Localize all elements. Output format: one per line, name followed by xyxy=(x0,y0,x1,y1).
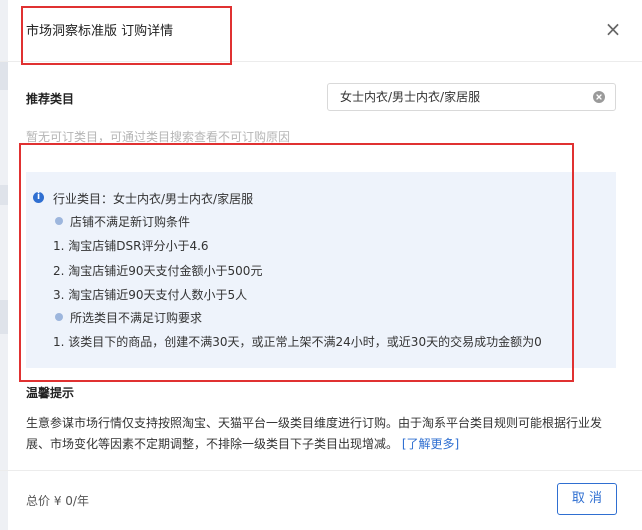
store-condition-header: 店铺不满足新订购条件 xyxy=(70,215,191,229)
no-category-hint: 暂无可订类目，可通过类目搜索查看不可订购原因 xyxy=(26,130,291,144)
bullet-dot-icon xyxy=(55,313,63,321)
cancel-button[interactable]: 取 消 xyxy=(557,483,617,515)
store-condition-item: 2. 淘宝店铺近90天支付金额小于500元 xyxy=(53,264,263,278)
category-input-value: 女士内衣/男士内衣/家居服 xyxy=(340,90,481,104)
store-condition-item: 1. 淘宝店铺DSR评分小于4.6 xyxy=(53,239,209,253)
store-condition-item: 3. 淘宝店铺近90天支付人数小于5人 xyxy=(53,288,248,302)
bullet-dot-icon xyxy=(55,217,63,225)
learn-more-link[interactable]: [了解更多] xyxy=(402,437,459,451)
tips-title: 温馨提示 xyxy=(26,386,75,400)
ineligibility-info-panel: i 行业类目：女士内衣/男士内衣/家居服 店铺不满足新订购条件 1. 淘宝店铺D… xyxy=(26,172,616,368)
info-circle-icon: i xyxy=(33,192,44,203)
recommended-category-label: 推荐类目 xyxy=(26,92,75,106)
clear-circle-icon[interactable] xyxy=(593,91,605,103)
dialog-header: 市场洞察标准版 订购详情 × xyxy=(0,0,642,62)
tips-body: 生意参谋市场行情仅支持按照淘宝、天猫平台一级类目维度进行订购。由于淘系平台类目规… xyxy=(26,413,620,455)
category-condition-item: 1. 该类目下的商品，创建不满30天，或正常上架不满24小时，或近30天的交易成… xyxy=(53,335,542,349)
dialog-title: 市场洞察标准版 订购详情 xyxy=(26,24,174,39)
category-input[interactable]: 女士内衣/男士内衣/家居服 xyxy=(327,83,616,111)
background-strip xyxy=(0,0,8,530)
close-icon[interactable]: × xyxy=(604,19,622,39)
industry-category-line: 行业类目：女士内衣/男士内衣/家居服 xyxy=(53,192,254,206)
footer-divider xyxy=(0,470,642,471)
category-condition-header: 所选类目不满足订购要求 xyxy=(70,311,203,325)
total-price: 总价 ¥ 0/年 xyxy=(26,494,89,508)
tips-text: 生意参谋市场行情仅支持按照淘宝、天猫平台一级类目维度进行订购。由于淘系平台类目规… xyxy=(26,416,603,451)
